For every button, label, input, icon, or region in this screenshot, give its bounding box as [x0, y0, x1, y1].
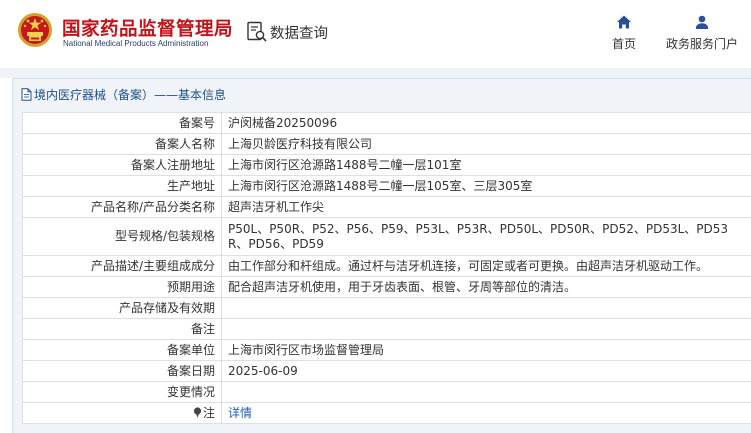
- nav-portal-label: 政务服务门户: [665, 37, 738, 51]
- data-query-label: 数据查询: [270, 25, 328, 42]
- field-value: 由工作部分和杆组成。通过杆与洁牙机连接，可固定或者可更换。由超声洁牙机驱动工作。: [221, 255, 751, 277]
- field-label: 变更情况: [22, 381, 222, 403]
- field-value: [221, 318, 751, 340]
- field-value: 上海市闵行区沧源路1488号二幢一层105室、三层305室: [221, 175, 751, 197]
- document-search-icon: [247, 21, 267, 42]
- site-title: 国家药品监督管理局: [62, 19, 234, 40]
- table-row: 备案单位 上海市闵行区市场监督管理局: [22, 339, 751, 361]
- nav-gov-service-portal[interactable]: 政务服务门户: [660, 14, 744, 52]
- document-icon: [21, 87, 32, 101]
- table-row: 产品存储及有效期: [22, 297, 751, 319]
- table-row: 预期用途 配合超声洁牙机使用，用于牙齿表面、根管、牙周等部位的清洁。: [22, 276, 751, 298]
- national-emblem-icon: [18, 13, 52, 47]
- nav-home[interactable]: 首页: [607, 14, 641, 52]
- header-divider-band: [0, 68, 751, 78]
- data-query-link[interactable]: 数据查询: [246, 20, 328, 44]
- field-value: P50L、P50R、P52、P56、P59、P53L、P53R、PD50L、PD…: [221, 217, 751, 256]
- field-label: 备案日期: [22, 360, 222, 382]
- field-label: 型号规格/包装规格: [22, 217, 222, 256]
- table-row: 备案人注册地址 上海市闵行区沧源路1488号二幢一层101室: [22, 154, 751, 176]
- table-row: 注 详情: [22, 402, 751, 424]
- table-row: 备案日期 2025-06-09: [22, 360, 751, 382]
- field-value: 配合超声洁牙机使用，用于牙齿表面、根管、牙周等部位的清洁。: [221, 276, 751, 298]
- field-label: 预期用途: [22, 276, 222, 298]
- table-row: 产品描述/主要组成成分 由工作部分和杆组成。通过杆与洁牙机连接，可固定或者可更换…: [22, 255, 751, 277]
- nav-home-label: 首页: [611, 37, 636, 51]
- table-row: 备案号 沪闵械备20250096: [22, 112, 751, 134]
- field-value: 沪闵械备20250096: [221, 112, 751, 134]
- basic-info-panel: 境内医疗器械（备案）——基本信息 备案号 沪闵械备20250096 备案人名称 …: [12, 78, 751, 433]
- table-row: 备案人名称 上海贝龄医疗科技有限公司: [22, 133, 751, 155]
- field-value: 详情: [221, 402, 751, 424]
- field-value: 上海市闵行区沧源路1488号二幢一层101室: [221, 154, 751, 176]
- field-value: 2025-06-09: [221, 360, 751, 382]
- table-row: 产品名称/产品分类名称 超声洁牙机工作尖: [22, 196, 751, 218]
- field-label: 产品存储及有效期: [22, 297, 222, 319]
- site-header: 国家药品监督管理局 National Medical Products Admi…: [0, 0, 751, 68]
- field-value: [221, 297, 751, 319]
- field-label: 备案人注册地址: [22, 154, 222, 176]
- device-info-table: 备案号 沪闵械备20250096 备案人名称 上海贝龄医疗科技有限公司 备案人注…: [22, 112, 751, 424]
- field-label: 备案单位: [22, 339, 222, 361]
- table-row: 生产地址 上海市闵行区沧源路1488号二幢一层105室、三层305室: [22, 175, 751, 197]
- table-row: 备注: [22, 318, 751, 340]
- field-label: 备案号: [22, 112, 222, 134]
- panel-title: 境内医疗器械（备案）——基本信息: [21, 85, 226, 103]
- table-row: 型号规格/包装规格 P50L、P50R、P52、P56、P59、P53L、P53…: [22, 217, 751, 256]
- field-label: 备注: [22, 318, 222, 340]
- field-label: 产品描述/主要组成成分: [22, 255, 222, 277]
- pin-icon: [193, 406, 202, 418]
- field-label: 备案人名称: [22, 133, 222, 155]
- field-label: 生产地址: [22, 175, 222, 197]
- panel-title-text: 境内医疗器械（备案）——基本信息: [34, 87, 227, 102]
- field-value: [221, 381, 751, 403]
- user-icon: [695, 15, 709, 29]
- home-icon: [617, 15, 631, 29]
- field-value: 超声洁牙机工作尖: [221, 196, 751, 218]
- note-label: 注: [202, 405, 215, 420]
- field-value: 上海贝龄医疗科技有限公司: [221, 133, 751, 155]
- field-value: 上海市闵行区市场监督管理局: [221, 339, 751, 361]
- details-link[interactable]: 详情: [228, 406, 252, 420]
- table-row: 变更情况: [22, 381, 751, 403]
- field-label: 注: [22, 402, 222, 424]
- site-subtitle: National Medical Products Administration: [63, 39, 209, 48]
- field-label: 产品名称/产品分类名称: [22, 196, 222, 218]
